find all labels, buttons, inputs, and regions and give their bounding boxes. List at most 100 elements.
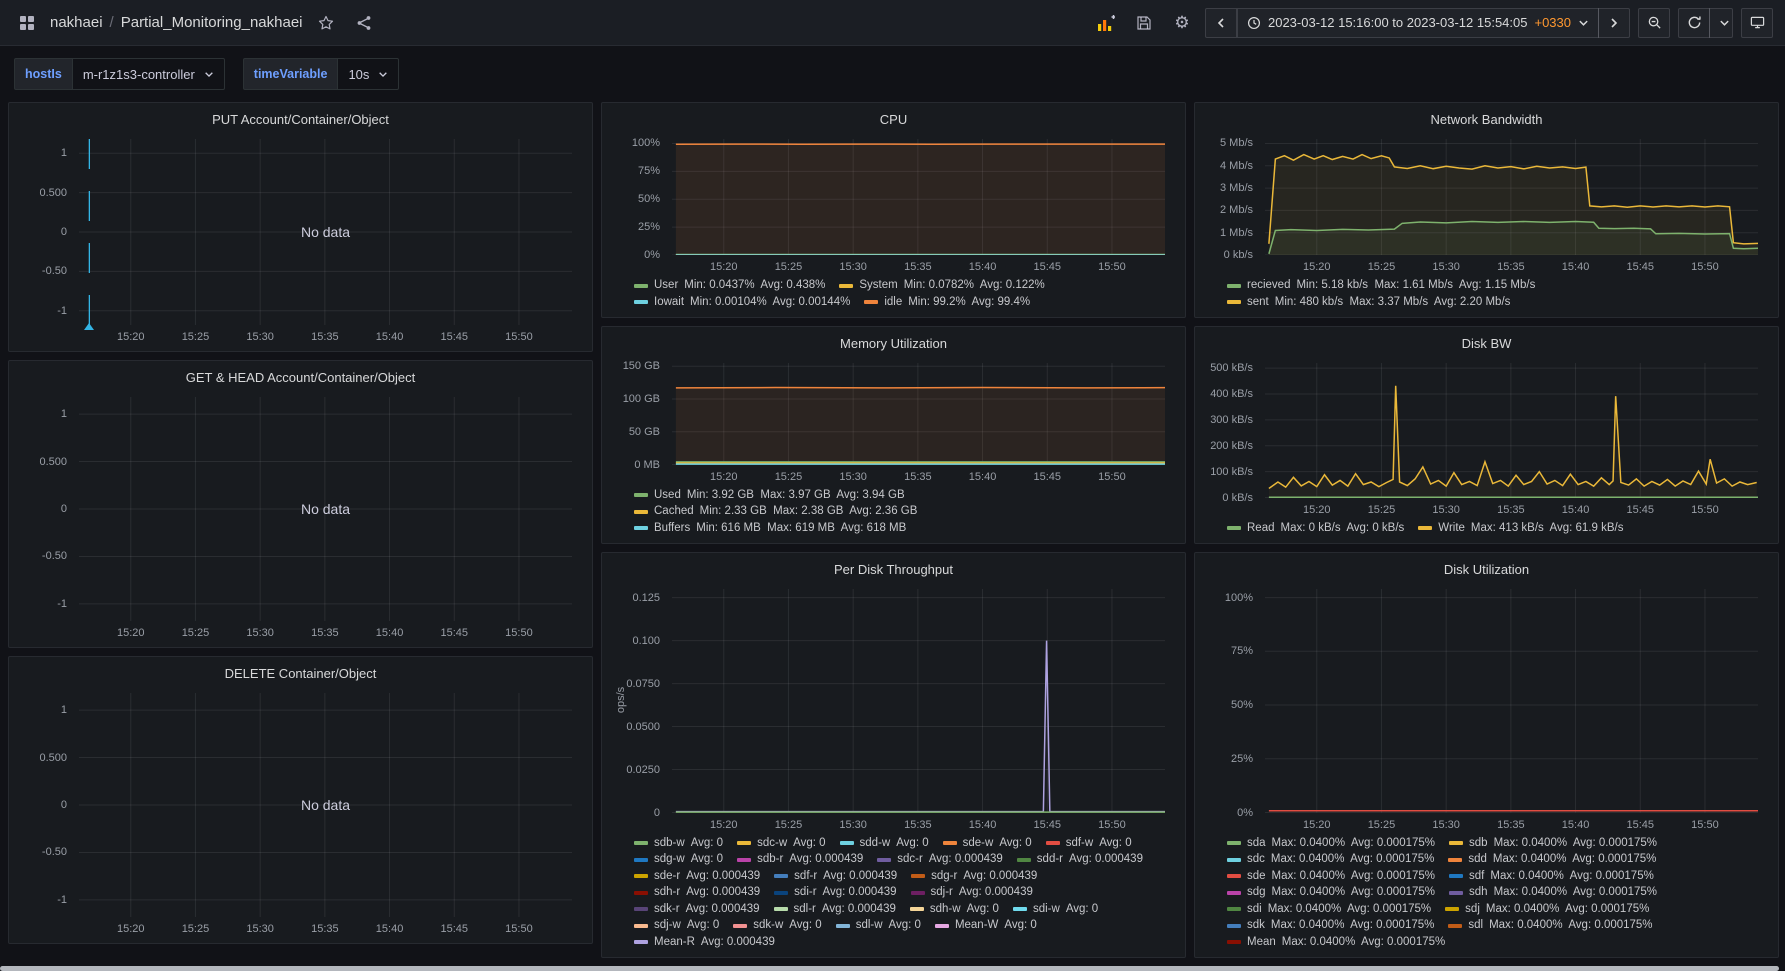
legend-item[interactable]: Cached Min: 2.33 GB Max: 2.38 GB Avg: 2.3…: [634, 504, 917, 520]
legend-item[interactable]: sde-w Avg: 0: [942, 836, 1032, 852]
legend-item[interactable]: sdb-r Avg: 0.000439: [737, 852, 863, 868]
legend-item[interactable]: sdi-r Avg: 0.000439: [774, 885, 897, 901]
legend-item[interactable]: Mean-R Avg: 0.000439: [634, 935, 775, 951]
panel-title[interactable]: DELETE Container/Object: [17, 661, 584, 685]
save-dashboard-button[interactable]: [1129, 8, 1159, 38]
legend-item[interactable]: Write Max: 413 kB/s Avg: 61.9 kB/s: [1418, 521, 1623, 537]
y-axis-unit: ops/s: [615, 687, 627, 714]
memory-chart[interactable]: 150 GB 100 GB 50 GB 0 MB 15:20 15:25 15:30 15:3…: [610, 355, 1177, 485]
disk-utilization-chart[interactable]: 100% 75% 50% 25% 0% 15:20 15:25 15:30 15:35 15:40…: [1203, 581, 1770, 833]
legend-color-swatch: [835, 923, 850, 928]
share-icon[interactable]: [349, 8, 379, 38]
x-tick-label: 15:50: [1691, 818, 1719, 831]
breadcrumb-dashboard-title[interactable]: Partial_Monitoring_nakhaei: [121, 14, 303, 31]
legend-item[interactable]: sdb Max: 0.0400% Avg: 0.000175%: [1449, 836, 1657, 852]
breadcrumb-folder[interactable]: nakhaei: [50, 14, 103, 31]
legend-item[interactable]: sdl Max: 0.0400% Avg: 0.000175%: [1448, 918, 1653, 934]
panel-network-bandwidth: Network Bandwidth 5 Mb/s 4 Mb/s 3 Mb/s 2 Mb…: [1194, 102, 1779, 318]
legend-item[interactable]: Iowait Min: 0.00104% Avg: 0.00144%: [634, 295, 850, 311]
zoom-out-button[interactable]: [1638, 7, 1670, 38]
horizontal-scrollbar[interactable]: [0, 966, 1779, 971]
legend-item[interactable]: sdg Max: 0.0400% Avg: 0.000175%: [1227, 885, 1435, 901]
legend-color-swatch: [1227, 857, 1241, 862]
legend-item[interactable]: sdh-r Avg: 0.000439: [634, 885, 760, 901]
panel-title[interactable]: Network Bandwidth: [1203, 107, 1770, 131]
legend-item[interactable]: sdk-r Avg: 0.000439: [634, 902, 760, 918]
panel-title[interactable]: Per Disk Throughput: [610, 557, 1177, 581]
x-tick-label: 15:25: [774, 261, 803, 273]
variable-timevariable-select[interactable]: 10s: [337, 58, 400, 90]
panel-title[interactable]: Memory Utilization: [610, 331, 1177, 355]
delete-chart[interactable]: 1 0.500 0 -0.50 -1 15:20 15:25 15:30 15:35 15:40 1…: [17, 685, 584, 937]
legend-item[interactable]: sdd-r Avg: 0.000439: [1016, 852, 1143, 868]
legend-item[interactable]: sde Max: 0.0400% Avg: 0.000175%: [1227, 869, 1435, 885]
y-tick-label: -0.50: [41, 846, 67, 859]
time-shift-back-button[interactable]: [1204, 7, 1237, 38]
time-range-picker[interactable]: 2023-03-12 15:16:00 to 2023-03-12 15:54:…: [1236, 7, 1599, 38]
y-tick-label: -1: [57, 597, 67, 610]
variable-hostis-select[interactable]: m-r1z1s3-controller: [71, 58, 225, 90]
legend-item[interactable]: sdh Max: 0.0400% Avg: 0.000175%: [1449, 885, 1657, 901]
apps-menu-button[interactable]: [12, 8, 42, 38]
legend-item[interactable]: sdj-w Avg: 0: [634, 918, 719, 934]
legend-item[interactable]: sdg-r Avg: 0.000439: [911, 869, 1037, 885]
refresh-button[interactable]: [1678, 7, 1710, 38]
legend-item[interactable]: sdi Max: 0.0400% Avg: 0.000175%: [1227, 902, 1431, 918]
legend-item[interactable]: User Min: 0.0437% Avg: 0.438%: [634, 278, 825, 294]
network-bandwidth-chart[interactable]: 5 Mb/s 4 Mb/s 3 Mb/s 2 Mb/s 1 Mb/s 0 kb/s 15:2…: [1203, 131, 1770, 275]
legend-item[interactable]: sda Max: 0.0400% Avg: 0.000175%: [1227, 836, 1435, 852]
legend-item[interactable]: sdk Max: 0.0400% Avg: 0.000175%: [1227, 918, 1434, 934]
legend-item[interactable]: sdl-r Avg: 0.000439: [773, 902, 896, 918]
tv-mode-button[interactable]: [1741, 7, 1773, 38]
legend-item[interactable]: sdd Max: 0.0400% Avg: 0.000175%: [1448, 852, 1656, 868]
legend-item[interactable]: Buffers Min: 616 MB Max: 619 MB Avg: 618 …: [634, 521, 906, 537]
panel-title[interactable]: CPU: [610, 107, 1177, 131]
legend-item[interactable]: sent Min: 480 kb/s Max: 3.37 Mb/s Avg: 2.…: [1227, 295, 1510, 311]
get-head-chart[interactable]: 1 0.500 0 -0.50 -1 15:20 15:25 15:30 15:35 15:40 1…: [17, 389, 584, 641]
legend-item[interactable]: sdc-r Avg: 0.000439: [877, 852, 1003, 868]
apps-grid-icon: [19, 15, 35, 31]
x-tick-label: 15:35: [311, 627, 339, 639]
legend-item[interactable]: sdi-w Avg: 0: [1012, 902, 1098, 918]
legend-item[interactable]: sdc-w Avg: 0: [737, 836, 826, 852]
legend-item[interactable]: idle Min: 99.2% Avg: 99.4%: [864, 295, 1030, 311]
legend-item[interactable]: recieved Min: 5.18 kb/s Max: 1.61 Mb/s Av…: [1227, 278, 1535, 294]
legend-item[interactable]: sdl-w Avg: 0: [835, 918, 921, 934]
star-icon[interactable]: [311, 8, 341, 38]
legend-item[interactable]: Mean-W Avg: 0: [934, 918, 1037, 934]
add-panel-button[interactable]: [1091, 8, 1121, 38]
legend-item[interactable]: sdg-w Avg: 0: [634, 852, 723, 868]
disk-bw-chart[interactable]: 500 kB/s 400 kB/s 300 kB/s 200 kB/s 100 kB/s…: [1203, 355, 1770, 518]
x-tick-label: 15:25: [181, 331, 210, 343]
legend-item[interactable]: sdc Max: 0.0400% Avg: 0.000175%: [1227, 852, 1434, 868]
legend-color-swatch: [634, 923, 648, 928]
legend-item[interactable]: Mean Max: 0.0400% Avg: 0.000175%: [1227, 935, 1445, 951]
legend-item[interactable]: sdf-r Avg: 0.000439: [774, 869, 897, 885]
legend-item[interactable]: sdf Max: 0.0400% Avg: 0.000175%: [1449, 869, 1654, 885]
panel-title[interactable]: Disk Utilization: [1203, 557, 1770, 581]
legend-item[interactable]: sdj Max: 0.0400% Avg: 0.000175%: [1445, 902, 1649, 918]
per-disk-throughput-chart[interactable]: 0.125 0.100 0.0750 0.0500 0.0250 0 15:20 15:25 1…: [610, 581, 1177, 833]
time-shift-forward-button[interactable]: [1598, 7, 1630, 38]
panel-title[interactable]: PUT Account/Container/Object: [17, 107, 584, 131]
legend-item[interactable]: System Min: 0.0782% Avg: 0.122%: [839, 278, 1045, 294]
x-tick-label: 15:50: [505, 331, 533, 343]
legend-item[interactable]: sde-r Avg: 0.000439: [634, 869, 760, 885]
legend-item[interactable]: sdd-w Avg: 0: [839, 836, 929, 852]
dashboard-settings-button[interactable]: ⚙: [1167, 8, 1197, 38]
refresh-interval-dropdown[interactable]: [1709, 7, 1733, 38]
legend-color-swatch: [1449, 890, 1464, 895]
legend-item[interactable]: sdh-w Avg: 0: [909, 902, 999, 918]
legend-item[interactable]: sdk-w Avg: 0: [733, 918, 822, 934]
panel-title[interactable]: Disk BW: [1203, 331, 1770, 355]
legend-item[interactable]: sdf-w Avg: 0: [1045, 836, 1132, 852]
legend-item[interactable]: sdj-r Avg: 0.000439: [910, 885, 1033, 901]
cpu-chart[interactable]: 100% 75% 50% 25% 0% 15:20 15:25 15:30 15:35 15:40…: [610, 131, 1177, 275]
x-tick-label: 15:30: [1432, 261, 1460, 273]
legend-item[interactable]: sdb-w Avg: 0: [634, 836, 723, 852]
legend-item[interactable]: Read Max: 0 kB/s Avg: 0 kB/s: [1227, 521, 1404, 537]
put-chart[interactable]: 1 0.500 0 -0.50 -1 15:20 15:25 15:30 15:35 15:40 1…: [17, 131, 584, 345]
panel-title[interactable]: GET & HEAD Account/Container/Object: [17, 365, 584, 389]
legend-item[interactable]: Used Min: 3.92 GB Max: 3.97 GB Avg: 3.94 …: [634, 488, 905, 504]
x-tick-label: 15:30: [839, 261, 867, 273]
